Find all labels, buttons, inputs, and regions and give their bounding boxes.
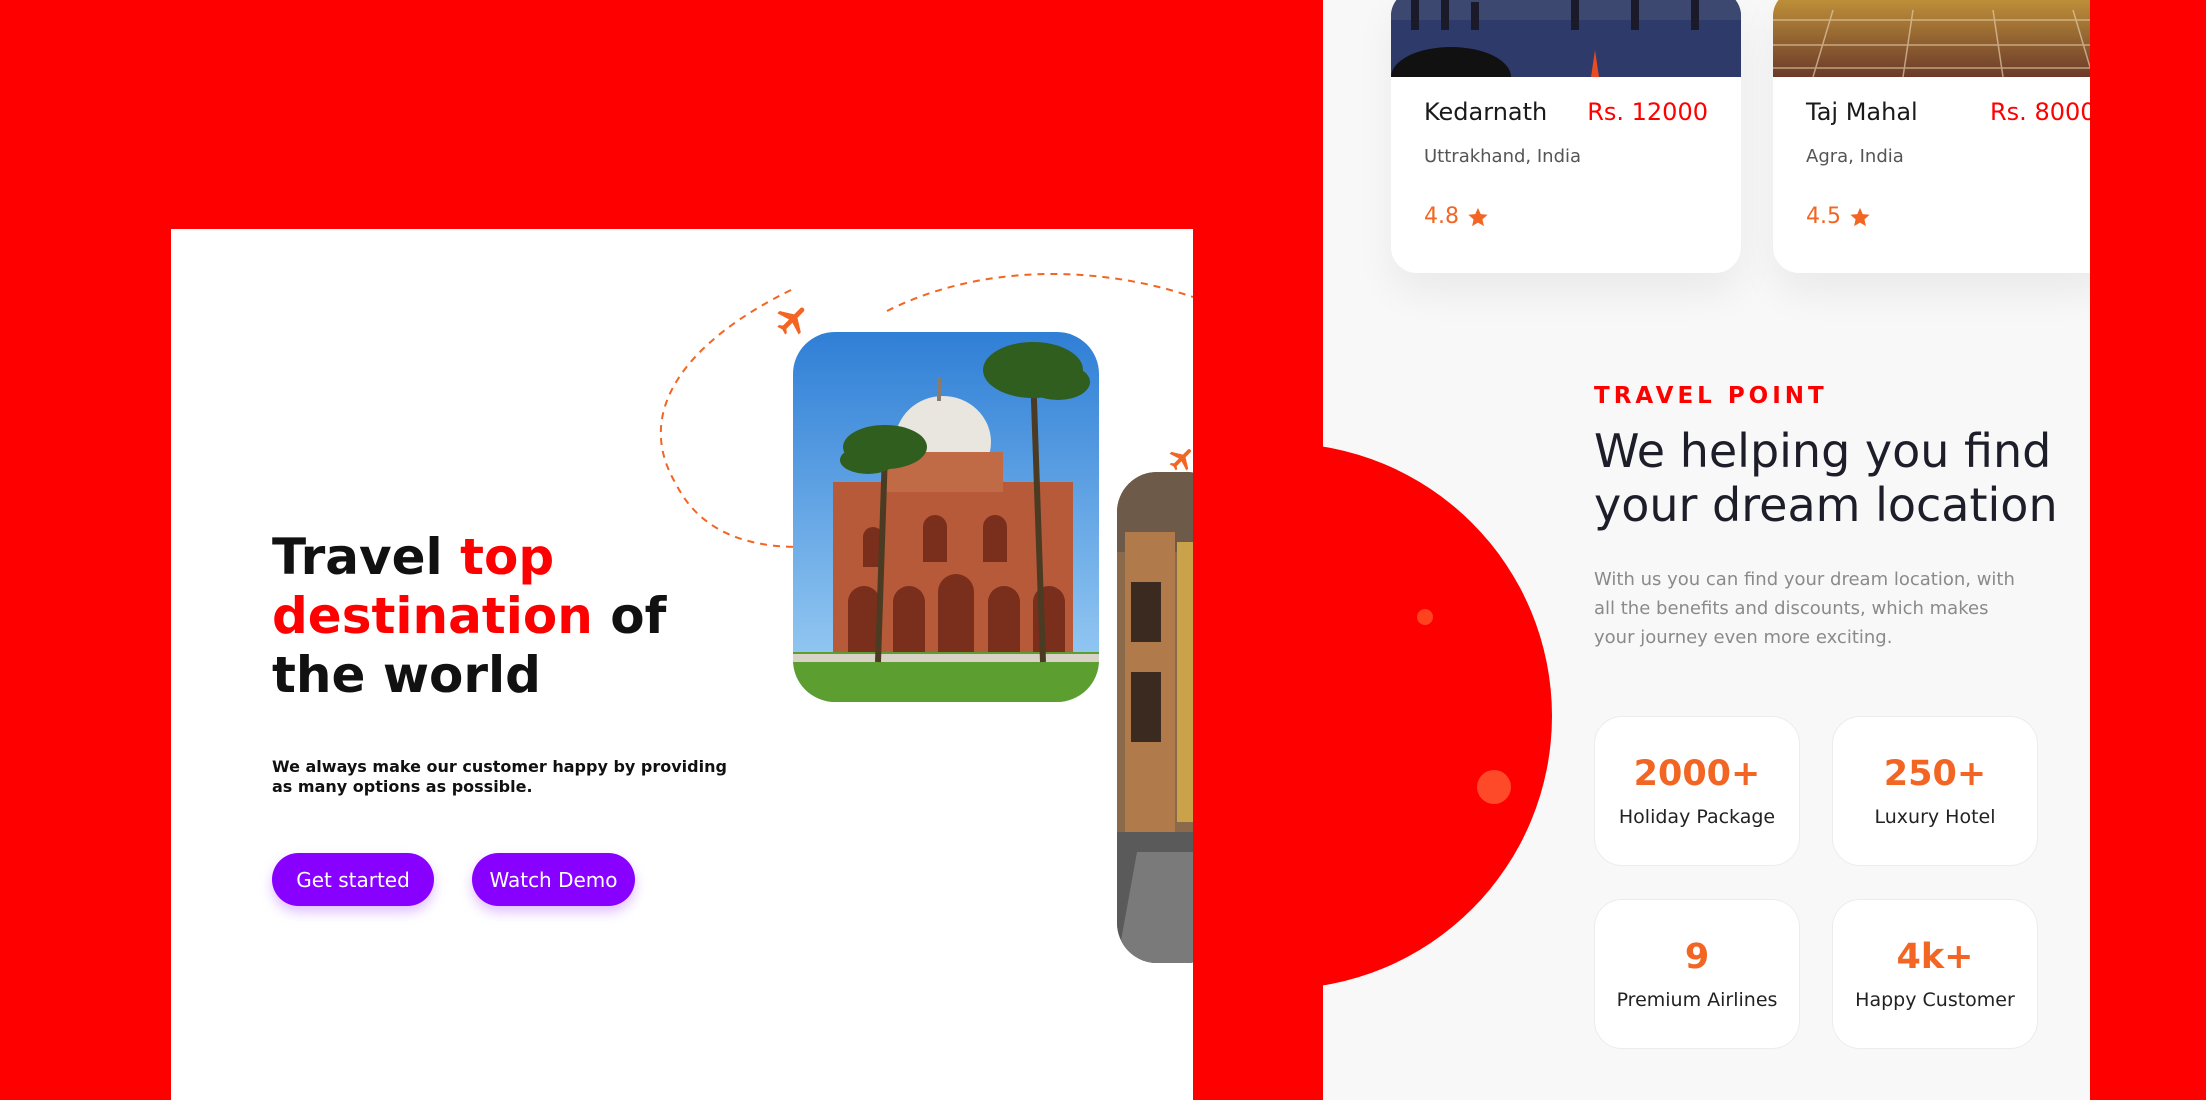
destination-price: Rs. 12000 xyxy=(1587,98,1708,126)
watch-demo-button[interactable]: Watch Demo xyxy=(472,853,635,906)
destination-card-kedarnath[interactable]: Kedarnath Rs. 12000 Uttrakhand, India 4.… xyxy=(1391,0,1741,273)
decorative-dot xyxy=(1477,770,1511,804)
stat-card-premium-airlines: 9 Premium Airlines xyxy=(1594,899,1800,1049)
stat-label: Luxury Hotel xyxy=(1874,806,1996,828)
destination-name: Taj Mahal xyxy=(1806,98,1918,126)
stat-value: 4k+ xyxy=(1896,937,1974,977)
destination-location: Agra, India xyxy=(1806,146,1904,167)
hero-section: Travel top destination of the world We a… xyxy=(171,229,1193,1100)
stat-label: Premium Airlines xyxy=(1616,989,1778,1011)
stat-card-luxury-hotel: 250+ Luxury Hotel xyxy=(1832,716,2038,866)
destination-rating: 4.5 xyxy=(1806,204,1871,229)
decorative-circle xyxy=(1323,443,1552,989)
section-title: We helping you find your dream location xyxy=(1594,424,2058,532)
section-description: With us you can find your dream location… xyxy=(1594,569,2015,648)
stat-card-holiday-package: 2000+ Holiday Package xyxy=(1594,716,1800,866)
street-photo xyxy=(1117,472,1193,963)
section-eyebrow: TRAVEL POINT xyxy=(1594,383,1828,409)
destination-image xyxy=(1391,0,1741,77)
destination-card-taj-mahal[interactable]: Taj Mahal Rs. 8000 Agra, India 4.5 xyxy=(1773,0,2090,273)
stat-label: Holiday Package xyxy=(1618,806,1776,828)
stat-label: Happy Customer xyxy=(1855,989,2015,1011)
star-icon xyxy=(1850,207,1870,226)
rating-value: 4.8 xyxy=(1424,204,1459,229)
destination-name: Kedarnath xyxy=(1424,98,1548,126)
get-started-button[interactable]: Get started xyxy=(272,853,434,906)
destination-price: Rs. 8000 xyxy=(1990,98,2090,126)
destination-location: Uttrakhand, India xyxy=(1424,146,1582,167)
about-section: Kedarnath Rs. 12000 Uttrakhand, India 4.… xyxy=(1323,0,2090,1100)
stat-card-happy-customer: 4k+ Happy Customer xyxy=(1832,899,2038,1049)
stat-value: 2000+ xyxy=(1633,754,1761,794)
hero-title: Travel top destination of the world xyxy=(272,528,667,704)
rating-value: 4.5 xyxy=(1806,204,1841,229)
stat-value: 250+ xyxy=(1883,754,1987,794)
airplane-icon xyxy=(777,307,805,335)
hero-subtitle: We always make our customer happy by pro… xyxy=(272,757,727,796)
star-icon xyxy=(1468,207,1488,226)
stat-value: 9 xyxy=(1684,937,1710,977)
destination-rating: 4.8 xyxy=(1424,204,1489,229)
monument-photo xyxy=(793,332,1099,702)
airplane-icon xyxy=(1169,449,1191,471)
decorative-dot xyxy=(1417,609,1433,625)
destination-image xyxy=(1773,0,2090,77)
